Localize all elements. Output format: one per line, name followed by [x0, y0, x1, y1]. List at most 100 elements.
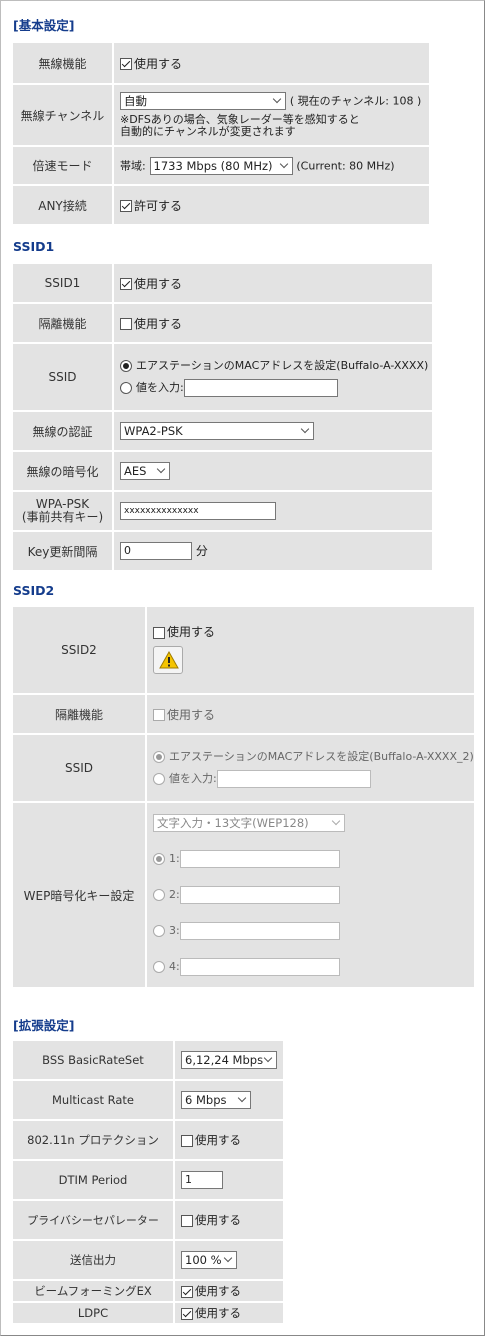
row-ssid1-auth: 無線の認証 WPA2-PSK: [13, 412, 432, 450]
ssid2-custom-option: 値を入力:: [169, 772, 217, 785]
ssid2-mac-radio[interactable]: [153, 751, 165, 763]
tx-power-select[interactable]: 100 %: [181, 1251, 237, 1269]
key-interval-unit: 分: [195, 543, 208, 558]
ssid1-enable-check-label: 使用する: [134, 276, 183, 291]
wep-key2-input[interactable]: [179, 886, 340, 904]
row-ssid1-encryption: 無線の暗号化 AES: [13, 452, 432, 490]
channel-select[interactable]: 自動: [120, 92, 286, 110]
ssid2-isolation-label: 隔離機能: [13, 695, 147, 733]
row-any: ANY接続 許可する: [13, 186, 429, 224]
channel-label: 無線チャンネル: [13, 85, 114, 145]
ssid1-enable-checkbox[interactable]: [120, 278, 132, 290]
ssid1-mac-option: エアステーションのMACアドレスを設定(Buffalo-A-XXXX): [136, 359, 429, 372]
multicast-select[interactable]: 6 Mbps: [181, 1091, 251, 1109]
wireless-function-label: 無線機能: [13, 43, 114, 83]
wep-key3-radio[interactable]: [153, 925, 165, 937]
row-ldpc: LDPC 使用する: [13, 1303, 283, 1323]
section-header-ssid2: SSID2: [13, 583, 55, 598]
ssid1-isolation-label: 隔離機能: [13, 304, 114, 342]
row-speed-mode: 倍速モード 帯域: 1733 Mbps (80 MHz) (Current: 8…: [13, 147, 429, 184]
protection-checkbox[interactable]: [181, 1134, 193, 1147]
privacy-label: プライバシーセパレーター: [13, 1201, 175, 1239]
row-ssid2-ssid: SSID エアステーションのMACアドレスを設定(Buffalo-A-XXXX_…: [13, 735, 474, 801]
ssid2-custom-input[interactable]: [216, 770, 371, 788]
wep-key3-input[interactable]: [179, 922, 340, 940]
basic-settings-table: 無線機能 使用する 無線チャンネル 自動 ( 現在のチャンネル: 108 ) ※…: [13, 41, 429, 226]
any-label: ANY接続: [13, 186, 114, 224]
section-header-basic: [基本設定]: [13, 18, 75, 33]
section-header-ssid1: SSID1: [13, 239, 55, 254]
beamforming-check-label: 使用する: [195, 1284, 241, 1298]
row-privacy: プライバシーセパレーター 使用する: [13, 1201, 283, 1239]
wep-key2-label: 2:: [169, 888, 180, 901]
ssid2-isolation-checkbox[interactable]: [153, 709, 165, 721]
row-multicast: Multicast Rate 6 Mbps: [13, 1081, 283, 1119]
wireless-function-checkbox[interactable]: [120, 58, 132, 70]
ssid1-psk-input[interactable]: xxxxxxxxxxxxxx: [120, 502, 276, 520]
ssid2-custom-radio[interactable]: [153, 773, 165, 785]
ssid2-enable-check-label: 使用する: [167, 625, 216, 639]
wep-key1-radio[interactable]: [153, 853, 165, 865]
row-protection: 802.11n プロテクション 使用する: [13, 1121, 283, 1159]
privacy-checkbox[interactable]: [181, 1214, 193, 1227]
wep-mode-select[interactable]: 文字入力・13文字(WEP128): [153, 814, 345, 832]
privacy-check-label: 使用する: [195, 1213, 241, 1227]
ssid2-enable-checkbox[interactable]: [153, 626, 165, 639]
ssid2-ssid-label: SSID: [13, 735, 147, 801]
wep-key4-radio[interactable]: [153, 961, 165, 973]
row-dtim: DTIM Period 1: [13, 1161, 283, 1199]
dfs-note-2: 自動的にチャンネルが変更されます: [120, 125, 296, 138]
speed-mode-select[interactable]: 1733 Mbps (80 MHz): [149, 156, 293, 175]
wep-key4-input[interactable]: [179, 958, 340, 976]
wireless-function-check-label: 使用する: [134, 56, 183, 71]
ssid1-ssid-label: SSID: [13, 344, 114, 410]
band-prefix: 帯域:: [120, 159, 146, 172]
section-header-extended: [拡張設定]: [13, 1018, 75, 1033]
ssid2-enable-label: SSID2: [13, 607, 147, 693]
row-channel: 無線チャンネル 自動 ( 現在のチャンネル: 108 ) ※DFSありの場合、気…: [13, 85, 429, 145]
row-ssid2-wep: WEP暗号化キー設定 文字入力・13文字(WEP128) 1: 2: 3: 4:: [13, 803, 474, 987]
row-ssid2-enable: SSID2 使用する: [13, 607, 474, 693]
ssid2-wep-label: WEP暗号化キー設定: [13, 803, 147, 987]
dtim-input[interactable]: 1: [181, 1171, 223, 1189]
row-ssid1-psk: WPA-PSK (事前共有キー) xxxxxxxxxxxxxx: [13, 492, 432, 530]
row-wireless-function: 無線機能 使用する: [13, 43, 429, 83]
ssid1-isolation-check-label: 使用する: [134, 316, 183, 331]
ldpc-checkbox[interactable]: [181, 1307, 193, 1320]
row-bss: BSS BasicRateSet 6,12,24 Mbps: [13, 1041, 283, 1079]
row-ssid2-isolation: 隔離機能 使用する: [13, 695, 474, 733]
ldpc-check-label: 使用する: [195, 1306, 241, 1320]
bss-label: BSS BasicRateSet: [13, 1041, 175, 1079]
row-ssid1-key-interval: Key更新間隔 0 分: [13, 532, 432, 570]
current-channel-text: ( 現在のチャンネル: 108 ): [289, 94, 422, 108]
ssid1-mac-radio[interactable]: [120, 360, 132, 372]
settings-page: [基本設定] 無線機能 使用する 無線チャンネル 自動 ( 現在のチャンネル: …: [0, 0, 485, 1336]
any-checkbox[interactable]: [120, 200, 132, 212]
ssid1-enable-label: SSID1: [13, 264, 114, 302]
bss-select[interactable]: 6,12,24 Mbps: [181, 1051, 277, 1069]
protection-label: 802.11n プロテクション: [13, 1121, 175, 1159]
wep-key3-label: 3:: [169, 924, 180, 937]
warning-icon: [159, 651, 179, 669]
ssid1-encryption-select[interactable]: AES: [120, 462, 170, 480]
tx-power-label: 送信出力: [13, 1241, 175, 1279]
ssid1-custom-radio[interactable]: [120, 382, 132, 394]
beamforming-label: ビームフォーミングEX: [13, 1281, 175, 1301]
speed-mode-label: 倍速モード: [13, 147, 114, 184]
ssid1-auth-select[interactable]: WPA2-PSK: [120, 422, 314, 440]
row-ssid1-isolation: 隔離機能 使用する: [13, 304, 432, 342]
ssid1-custom-input[interactable]: [183, 379, 338, 397]
ssid1-encryption-label: 無線の暗号化: [13, 452, 114, 490]
ssid2-mac-option: エアステーションのMACアドレスを設定(Buffalo-A-XXXX_2): [169, 750, 474, 763]
wep-key1-input[interactable]: [179, 850, 340, 868]
row-tx-power: 送信出力 100 %: [13, 1241, 283, 1279]
beamforming-checkbox[interactable]: [181, 1285, 193, 1298]
ssid2-isolation-check-label: 使用する: [167, 707, 216, 722]
ssid1-custom-option: 値を入力:: [136, 381, 184, 394]
ssid1-isolation-checkbox[interactable]: [120, 318, 132, 330]
ssid1-key-interval-input[interactable]: 0: [120, 542, 192, 561]
warning-button[interactable]: [153, 646, 183, 674]
wep-key1-label: 1:: [169, 852, 180, 865]
wep-key2-radio[interactable]: [153, 889, 165, 901]
any-check-label: 許可する: [134, 198, 183, 213]
